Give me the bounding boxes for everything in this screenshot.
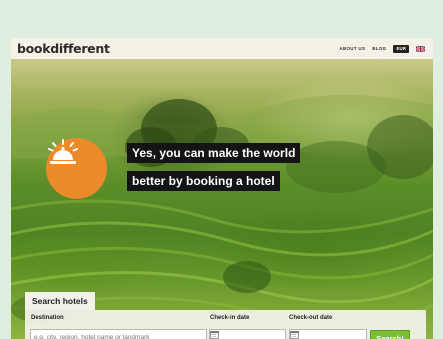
hotel-bell-badge bbox=[46, 138, 107, 199]
hero-tagline-line1: Yes, you can make the world bbox=[127, 143, 301, 163]
checkin-date-label: Check-in date bbox=[210, 315, 250, 321]
checkout-date-label: Check-out date bbox=[289, 315, 333, 321]
service-bell-icon bbox=[48, 139, 78, 164]
checkin-date-input[interactable] bbox=[209, 329, 286, 339]
site-logo[interactable]: bookdifferent bbox=[17, 41, 110, 56]
search-submit-button[interactable]: Search! bbox=[370, 330, 410, 339]
hero-tagline-line2: better by booking a hotel bbox=[127, 171, 280, 191]
checkout-date-input[interactable] bbox=[289, 329, 367, 339]
calendar-icon[interactable] bbox=[290, 330, 299, 339]
destination-label: Destination bbox=[31, 315, 64, 321]
destination-input[interactable] bbox=[30, 329, 207, 339]
hotel-search-form: Destination Check-in date Check-out date… bbox=[25, 310, 426, 339]
search-hotels-tab[interactable]: Search hotels bbox=[25, 292, 95, 310]
nav-about-link[interactable]: ABOUT US bbox=[339, 46, 365, 51]
top-navigation-bar: bookdifferent ABOUT US BLOG EUR bbox=[11, 38, 433, 59]
uk-flag-icon[interactable] bbox=[416, 45, 425, 52]
page-frame: bookdifferent ABOUT US BLOG EUR Yes, you… bbox=[11, 38, 433, 339]
header-nav: ABOUT US BLOG EUR bbox=[339, 44, 425, 53]
calendar-icon[interactable] bbox=[210, 330, 219, 339]
currency-selector[interactable]: EUR bbox=[393, 44, 409, 53]
nav-blog-link[interactable]: BLOG bbox=[372, 46, 386, 51]
hero-banner: Yes, you can make the world better by bo… bbox=[11, 59, 433, 339]
